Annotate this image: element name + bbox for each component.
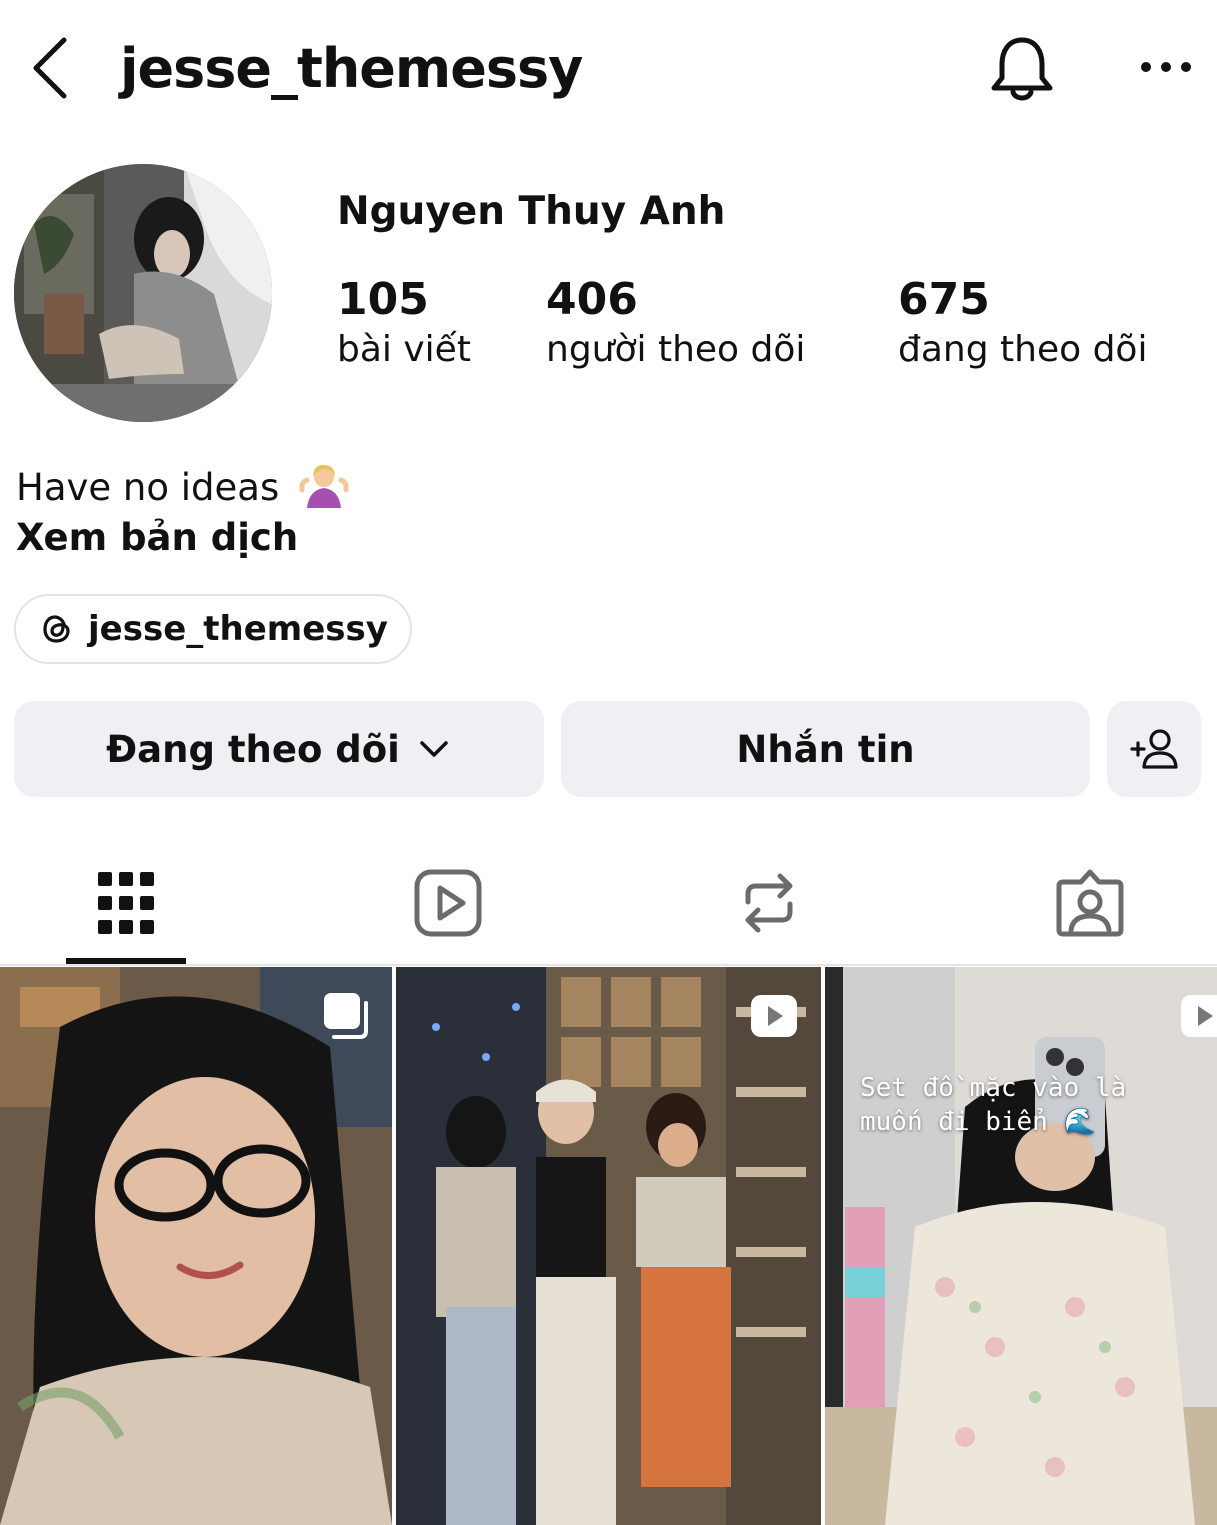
bio-text: Have no ideas (16, 466, 280, 509)
tab-reposts[interactable] (724, 858, 814, 948)
threads-icon (43, 615, 70, 643)
more-horizontal-icon[interactable] (1138, 50, 1194, 84)
profile-display-name: Nguyen Thuy Anh (337, 189, 726, 234)
stat-following[interactable]: 675 đang theo dõi (898, 274, 1147, 374)
stat-posts[interactable]: 105 bài viết (337, 274, 471, 374)
profile-bio: Have no ideas (16, 460, 349, 513)
stat-followers-label: người theo dõi (546, 329, 806, 370)
threads-handle-label: jesse_themessy (88, 609, 388, 649)
stat-following-label: đang theo dõi (898, 329, 1148, 370)
tab-reels[interactable] (403, 858, 493, 948)
tagged-person-icon (1056, 869, 1124, 937)
stat-followers-count: 406 (546, 274, 638, 325)
following-dropdown-button[interactable]: Đang theo dõi (14, 701, 544, 797)
play-icon (751, 995, 797, 1037)
tab-posts-grid[interactable] (81, 858, 171, 948)
message-button-label: Nhắn tin (736, 727, 915, 771)
stat-following-count: 675 (898, 274, 990, 325)
post-thumbnail-3[interactable]: Set đồ mặc vào là muốn đi biển 🌊 (825, 967, 1217, 1525)
bell-icon[interactable] (988, 34, 1056, 104)
see-translation-link[interactable]: Xem bản dịch (16, 513, 298, 563)
grid-icon (98, 872, 154, 934)
person-shrugging-emoji-icon (299, 460, 349, 508)
threads-handle-chip[interactable]: jesse_themessy (14, 594, 412, 664)
back-chevron-icon[interactable] (28, 36, 74, 100)
suggest-users-button[interactable] (1107, 701, 1201, 797)
post-2-image (396, 967, 821, 1525)
stat-posts-label: bài viết (337, 329, 471, 370)
tab-divider (0, 964, 1217, 966)
stat-followers[interactable]: 406 người theo dõi (546, 274, 805, 374)
following-button-label: Đang theo dõi (106, 727, 400, 771)
message-button[interactable]: Nhắn tin (561, 701, 1090, 797)
avatar[interactable] (14, 164, 272, 422)
add-person-icon (1130, 729, 1178, 769)
post-1-image (0, 967, 392, 1525)
chevron-down-icon (420, 741, 448, 757)
stat-posts-count: 105 (337, 274, 429, 325)
tab-tagged[interactable] (1045, 858, 1135, 948)
post-3-caption: Set đồ mặc vào là muốn đi biển 🌊 (860, 1073, 1127, 1137)
post-3-image (825, 967, 1217, 1525)
post-thumbnail-2[interactable] (396, 967, 821, 1525)
repost-icon (745, 873, 793, 933)
carousel-icon (324, 993, 368, 1039)
reels-icon (414, 869, 482, 937)
play-icon (1181, 995, 1217, 1037)
post-thumbnail-1[interactable] (0, 967, 392, 1525)
profile-username-title: jesse_themessy (120, 37, 583, 100)
